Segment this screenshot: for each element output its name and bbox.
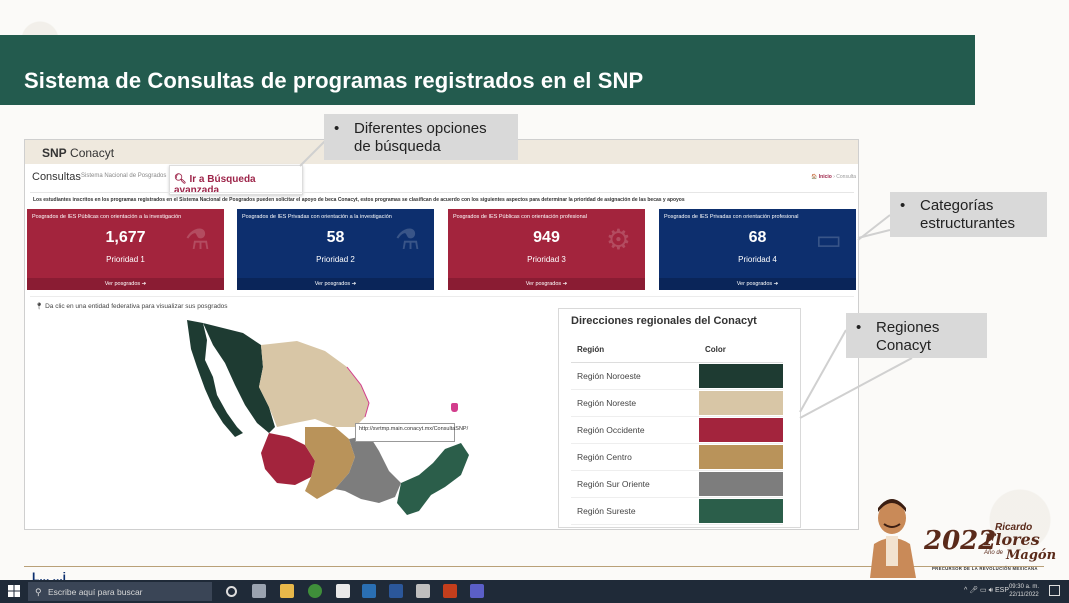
callout-line: estructurantes <box>920 215 1016 232</box>
logo-name-last1: Flores <box>984 530 1040 549</box>
clock[interactable]: 09:30 a. m. 22/11/2022 <box>1009 583 1039 599</box>
photos-icon[interactable] <box>362 584 376 598</box>
search-icon: ⚲ <box>35 587 42 597</box>
bullet: • <box>334 120 340 137</box>
logo-subtitle: PRECURSOR DE LA REVOLUCIÓN MEXICANA <box>932 566 1038 571</box>
powerpoint-icon[interactable] <box>443 584 457 598</box>
file-explorer-icon[interactable] <box>280 584 294 598</box>
callout-line: Categorías <box>920 197 994 214</box>
chrome-icon[interactable] <box>308 584 322 598</box>
callout-leader-lines <box>299 139 913 419</box>
bullet: • <box>856 319 862 336</box>
partial-footer-text: L... ...i <box>32 570 67 580</box>
search-placeholder: Escribe aquí para buscar <box>48 587 143 597</box>
cortana-icon[interactable] <box>226 586 237 597</box>
callout-search-options: • Diferentes opciones de búsqueda <box>324 114 518 160</box>
notepad-icon[interactable] <box>336 584 350 598</box>
portrait-illustration <box>870 499 916 578</box>
windows-taskbar: ⚲ Escribe aquí para buscar ^ 🎤︎ ▭ 🔊︎ ESP… <box>0 580 1069 603</box>
teams-icon[interactable] <box>470 584 484 598</box>
callout-regions: • Regiones Conacyt <box>846 313 987 358</box>
word-icon[interactable] <box>389 584 403 598</box>
tray-icons: ^ 🎤︎ ▭ 🔊︎ <box>964 587 995 594</box>
callout-line: de búsqueda <box>354 138 441 155</box>
callout-line: Regiones <box>876 319 940 336</box>
system-tray[interactable]: ^ 🎤︎ ▭ 🔊︎ ESP <box>964 586 1009 595</box>
callout-line: Conacyt <box>876 337 932 354</box>
logo-year-label: Año de <box>984 550 1004 556</box>
task-view-icon[interactable] <box>252 584 266 598</box>
taskbar-search-input[interactable]: ⚲ Escribe aquí para buscar <box>28 582 212 601</box>
clock-date: 22/11/2022 <box>1009 592 1039 598</box>
clock-time: 09:30 a. m. <box>1008 584 1039 590</box>
presentation-slide: Sistema de Consultas de programas regist… <box>0 0 1069 580</box>
logo-2022-flores-magon: 2022 Ricardo Flores Año de Magón PRECURS… <box>862 494 1056 578</box>
callout-line: Diferentes opciones <box>354 120 487 137</box>
app-icon[interactable] <box>416 584 430 598</box>
callout-categories: • Categorías estructurantes <box>890 192 1047 237</box>
language-indicator[interactable]: ESP <box>995 587 1009 594</box>
bullet: • <box>900 197 906 214</box>
notifications-icon[interactable] <box>1049 585 1060 596</box>
logo-name-last2: Magón <box>1006 548 1057 563</box>
windows-start-icon[interactable] <box>8 585 20 597</box>
